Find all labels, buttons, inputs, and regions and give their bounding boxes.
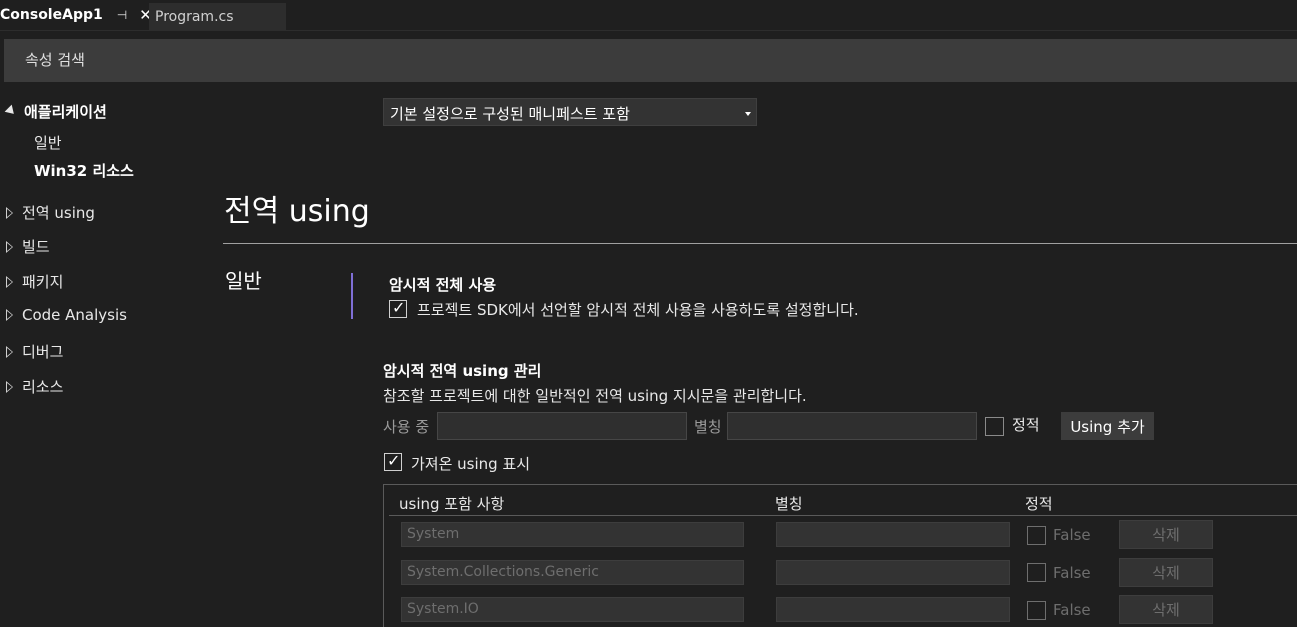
add-using-button[interactable]: Using 추가 <box>1061 412 1154 440</box>
delete-button: 삭제 <box>1119 595 1213 624</box>
table-row-static-checkbox <box>1027 563 1046 582</box>
delete-button: 삭제 <box>1119 520 1213 549</box>
sidebar-item-general[interactable]: 일반 <box>34 132 62 153</box>
sidebar-item-label: 애플리케이션 <box>24 103 107 121</box>
chevron-right-icon <box>6 345 13 358</box>
sidebar-item-label: 패키지 <box>22 273 64 291</box>
sidebar-item-resources[interactable]: 리소스 <box>6 376 63 397</box>
selection-accent-bar <box>351 273 353 319</box>
tab-title: ConsoleApp1 <box>0 7 103 23</box>
table-row-alias <box>776 597 1010 622</box>
sidebar-item-global-usings[interactable]: 전역 using <box>6 202 95 223</box>
manifest-dropdown[interactable]: 기본 설정으로 구성된 매니페스트 포함 <box>383 98 757 126</box>
group-title: 일반 <box>225 269 262 293</box>
static-label: 정적 <box>1012 416 1040 434</box>
table-row-static-value: False <box>1053 601 1091 619</box>
dropdown-value: 기본 설정으로 구성된 매니페스트 포함 <box>390 105 630 123</box>
table-row-static-checkbox <box>1027 526 1046 545</box>
table-row-static-value: False <box>1053 526 1091 544</box>
sidebar-item-package[interactable]: 패키지 <box>6 271 63 292</box>
chevron-right-icon <box>6 380 13 393</box>
section-divider <box>223 243 1297 244</box>
chevron-right-icon <box>6 240 13 253</box>
show-imported-label: 가져온 using 표시 <box>411 455 531 473</box>
tab-title: Program.cs <box>155 8 234 25</box>
pin-icon[interactable]: ⊣ <box>117 8 127 22</box>
manage-usings-title: 암시적 전역 using 관리 <box>383 362 542 380</box>
column-header-alias: 별칭 <box>775 495 803 513</box>
table-row-static-checkbox <box>1027 601 1046 620</box>
manage-usings-description: 참조할 프로젝트에 대한 일반적인 전역 using 지시문을 관리합니다. <box>383 387 807 405</box>
table-row-alias <box>776 522 1010 547</box>
sidebar-item-label: 리소스 <box>22 378 64 396</box>
table-row-static-value: False <box>1053 564 1091 582</box>
search-input[interactable] <box>23 50 427 70</box>
table-row-using: System.Collections.Generic <box>401 560 744 585</box>
chevron-down-icon <box>745 112 751 116</box>
table-row-using: System.IO <box>401 597 744 622</box>
sidebar-item-application[interactable]: 애플리케이션 <box>4 101 107 122</box>
sidebar-item-label: Code Analysis <box>22 306 127 324</box>
chevron-right-icon <box>6 206 13 219</box>
column-header-static: 정적 <box>1025 495 1053 513</box>
static-checkbox[interactable] <box>985 417 1004 436</box>
chevron-expanded-icon <box>4 104 18 117</box>
section-title: 전역 using <box>224 194 370 229</box>
using-input[interactable] <box>437 412 687 440</box>
column-header-using: using 포함 사항 <box>399 495 505 513</box>
implicit-usings-title: 암시적 전체 사용 <box>389 276 497 294</box>
using-field-label: 사용 중 <box>383 418 430 436</box>
sidebar-item-build[interactable]: 빌드 <box>6 236 50 257</box>
sidebar-item-label: 전역 using <box>22 204 95 222</box>
property-search-bar[interactable] <box>4 39 1297 82</box>
delete-button: 삭제 <box>1119 558 1213 587</box>
sidebar-item-code-analysis[interactable]: Code Analysis <box>6 306 127 324</box>
alias-input[interactable] <box>727 412 977 440</box>
chevron-right-icon <box>6 309 13 321</box>
implicit-usings-label: 프로젝트 SDK에서 선언할 암시적 전체 사용을 사용하도록 설정합니다. <box>417 301 859 319</box>
sidebar-item-debug[interactable]: 디버그 <box>6 341 63 362</box>
sidebar-item-win32-resources[interactable]: Win32 리소스 <box>34 160 134 181</box>
chevron-right-icon <box>6 275 13 288</box>
alias-field-label: 별칭 <box>694 418 722 436</box>
table-row-using: System <box>401 522 744 547</box>
sidebar-item-label: 빌드 <box>22 238 50 256</box>
implicit-usings-checkbox[interactable] <box>389 298 407 318</box>
table-header-divider <box>389 515 1297 516</box>
tab-program-cs[interactable]: Program.cs <box>149 3 286 30</box>
tab-consoleapp1[interactable]: ConsoleApp1 ⊣ ✕ <box>0 0 152 30</box>
show-imported-checkbox[interactable] <box>384 451 402 471</box>
table-row-alias <box>776 560 1010 585</box>
sidebar-item-label: 디버그 <box>22 343 64 361</box>
